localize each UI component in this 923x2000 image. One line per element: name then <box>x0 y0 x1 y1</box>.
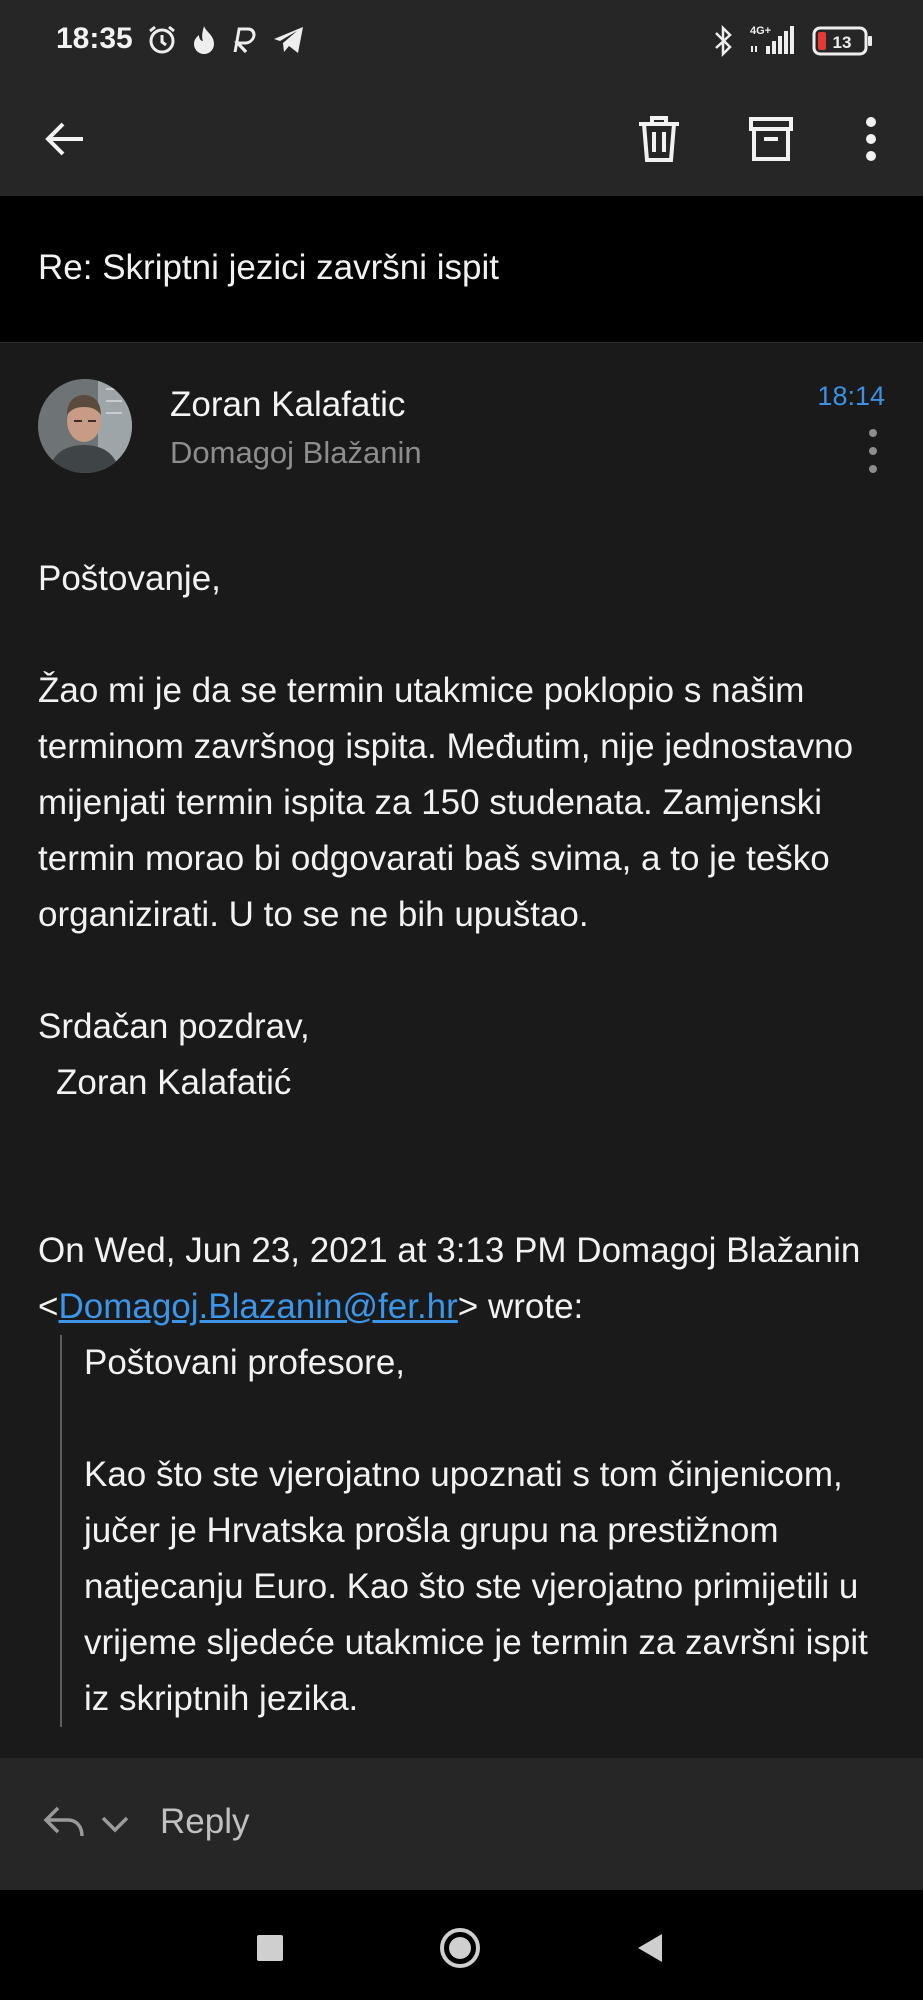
quote-email-link[interactable]: Domagoj.Blazanin@fer.hr <box>58 1287 457 1326</box>
chevron-down-icon[interactable] <box>100 1814 130 1839</box>
message-signature: Zoran Kalafatić <box>56 1063 292 1102</box>
message-content[interactable]: Zoran Kalafatic Domagoj Blažanin 18:14 P… <box>0 343 923 1758</box>
system-nav-bar <box>0 1890 923 2000</box>
triangle-back-icon <box>638 1934 662 1962</box>
archive-icon <box>749 117 793 161</box>
network-type: 4G+ <box>750 25 771 37</box>
more-options-button[interactable] <box>842 110 900 168</box>
reply-icon[interactable] <box>42 1802 86 1847</box>
back-nav-button[interactable] <box>620 1918 680 1978</box>
archive-button[interactable] <box>742 110 800 168</box>
message-paragraph: Žao mi je da se termin utakmice poklopio… <box>38 671 854 934</box>
subject-bar: Re: Skriptni jezici završni ispit <box>0 196 923 343</box>
flame-icon <box>190 24 218 61</box>
arrow-left-icon <box>45 122 83 156</box>
quoted-greeting: Poštovani profesore, <box>84 1343 406 1382</box>
signal-icon: 4G+ <box>748 22 800 61</box>
battery-icon: 13 <box>812 26 874 61</box>
message-greeting: Poštovanje, <box>38 559 221 598</box>
delete-button[interactable] <box>630 110 688 168</box>
trash-icon <box>639 116 679 162</box>
sender-avatar[interactable] <box>38 379 132 473</box>
telegram-icon <box>272 24 306 61</box>
app-bar <box>0 82 923 196</box>
more-vert-icon <box>869 429 877 437</box>
reply-button[interactable]: Reply <box>160 1802 249 1842</box>
home-button[interactable] <box>430 1918 490 1978</box>
message-closing: Srdačan pozdrav, <box>38 1007 310 1046</box>
quote-header: On Wed, Jun 23, 2021 at 3:13 PM Domagoj … <box>38 1231 861 1326</box>
alarm-icon <box>146 24 178 61</box>
message-body: Poštovanje, Žao mi je da se termin utakm… <box>38 551 888 1727</box>
square-icon <box>257 1935 283 1961</box>
status-time: 18:35 <box>56 22 133 55</box>
quoted-paragraph: Kao što ste vjerojatno upoznati s tom či… <box>84 1455 868 1718</box>
reply-bar[interactable]: Reply <box>0 1758 923 1890</box>
email-subject: Re: Skriptni jezici završni ispit <box>38 248 499 287</box>
message-options-button[interactable] <box>861 429 885 473</box>
back-button[interactable] <box>36 110 94 168</box>
message-time: 18:14 <box>817 381 885 411</box>
more-vert-icon <box>866 117 876 161</box>
circle-icon <box>440 1928 480 1968</box>
recipient-name[interactable]: Domagoj Blažanin <box>170 435 422 471</box>
recents-button[interactable] <box>240 1918 300 1978</box>
app-r-icon <box>232 24 260 61</box>
sender-name[interactable]: Zoran Kalafatic <box>170 385 405 425</box>
battery-level: 13 <box>833 33 852 52</box>
status-bar: 18:35 4G+ 13 <box>0 0 923 82</box>
bluetooth-icon <box>712 24 734 63</box>
quoted-text: Poštovani profesore, Kao što ste vjeroja… <box>60 1335 888 1727</box>
